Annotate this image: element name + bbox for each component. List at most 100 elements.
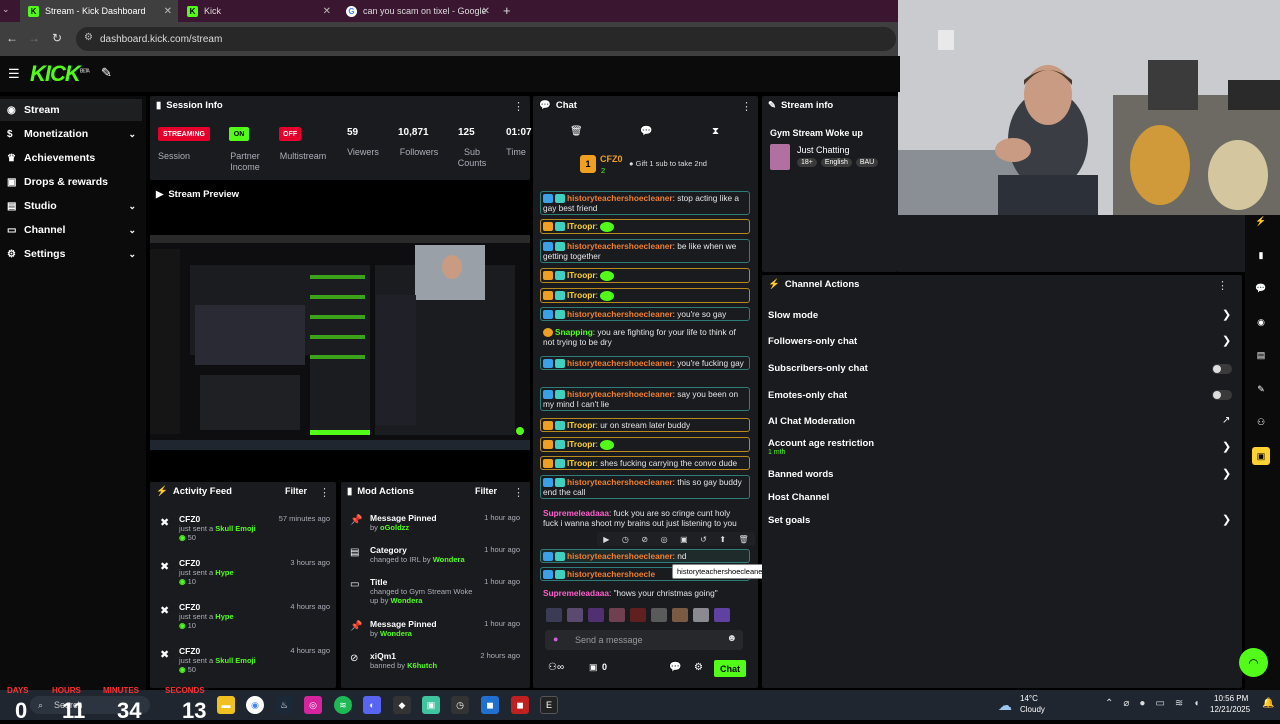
- network-icon[interactable]: ⌀: [1123, 698, 1129, 709]
- mic-icon[interactable]: ●: [553, 634, 558, 644]
- chat-username[interactable]: historyteachershoecleaner: [567, 241, 673, 251]
- chat-message[interactable]: ITroopr: shes fucking carrying the convo…: [540, 456, 750, 471]
- hourglass-icon[interactable]: ⧗: [712, 126, 719, 137]
- chat-message[interactable]: historyteachershoecleaner: nd: [540, 549, 750, 564]
- tools-icon[interactable]: ✎: [101, 65, 112, 81]
- tab-kick[interactable]: K Kick ✕: [179, 0, 337, 22]
- chat-message[interactable]: Snapping: you are fighting for your life…: [540, 326, 750, 348]
- emote-icon[interactable]: [609, 608, 625, 622]
- pin-icon[interactable]: ⬆: [719, 535, 726, 544]
- hide-icon[interactable]: ⊘: [641, 535, 648, 544]
- sidebar-item-stream[interactable]: ◉ Stream: [0, 99, 142, 121]
- tag[interactable]: English: [820, 158, 852, 167]
- notification-icon[interactable]: 🔔: [1262, 698, 1274, 709]
- close-tab-icon[interactable]: ✕: [323, 6, 331, 17]
- stream-title[interactable]: Gym Stream Woke up: [770, 128, 863, 138]
- instagram-icon[interactable]: ◎: [304, 696, 322, 714]
- more-icon[interactable]: ⋮: [1217, 279, 1228, 292]
- stream-category[interactable]: Just Chatting: [797, 145, 850, 155]
- close-tab-icon[interactable]: ✕: [482, 6, 490, 17]
- app-icon[interactable]: ◼: [511, 696, 529, 714]
- more-icon[interactable]: ⋮: [513, 100, 524, 113]
- tag[interactable]: 18+: [797, 158, 817, 167]
- epic-games-icon[interactable]: E: [540, 696, 558, 714]
- chat-username[interactable]: historyteachershoecle: [567, 569, 655, 579]
- stream-preview-video[interactable]: [150, 235, 530, 450]
- emoji-icon[interactable]: ☻: [726, 633, 737, 644]
- app-icon[interactable]: ◆: [393, 696, 411, 714]
- action-host-channel[interactable]: Host Channel: [768, 492, 829, 503]
- clapper-icon[interactable]: ▣: [1252, 447, 1270, 465]
- chat-username[interactable]: Snapping: [555, 327, 593, 337]
- emote-icon[interactable]: [630, 608, 646, 622]
- chat-message[interactable]: historyteachershoecleaner: be like when …: [540, 239, 750, 264]
- tab-menu-icon[interactable]: ⌄: [2, 4, 16, 18]
- chat-input[interactable]: ● Send a message ☻: [545, 630, 743, 650]
- wifi-icon[interactable]: ≋: [1175, 698, 1183, 709]
- chat-message[interactable]: ITroopr:: [540, 268, 750, 283]
- chat-bubble-icon[interactable]: 💬: [640, 126, 652, 137]
- delete-icon[interactable]: 🗑: [739, 535, 749, 544]
- tab-google[interactable]: G can you scam on tixel - Google ✕: [338, 0, 496, 22]
- action-ai-moderation[interactable]: AI Chat Moderation: [768, 416, 855, 427]
- tab-stream-dashboard[interactable]: K Stream - Kick Dashboard ✕: [20, 0, 178, 22]
- reply-icon[interactable]: ◎: [661, 535, 668, 544]
- action-slow-mode[interactable]: Slow mode: [768, 310, 818, 321]
- volume-icon[interactable]: ◖: [1193, 698, 1199, 709]
- broadcast-icon[interactable]: ◉: [1252, 313, 1270, 331]
- kick-logo[interactable]: KICKBETA: [30, 61, 90, 87]
- trash-icon[interactable]: 🗑: [570, 126, 583, 137]
- chat-message[interactable]: Supremeleadaaa: "hows your christmas goi…: [540, 587, 750, 599]
- chat-username[interactable]: ITroopr: [567, 270, 596, 280]
- chevron-right-icon[interactable]: ❯: [1222, 513, 1231, 526]
- close-tab-icon[interactable]: ✕: [164, 6, 172, 17]
- chat-message[interactable]: historyteachershoecleaner: you're fuckin…: [540, 356, 750, 371]
- chat-username[interactable]: ITroopr: [567, 420, 596, 430]
- discord-icon[interactable]: ◐: [363, 696, 381, 714]
- sidebar-item-achievements[interactable]: ♛ Achievements: [0, 147, 142, 169]
- action-banned-words[interactable]: Banned words: [768, 469, 833, 480]
- chat-username[interactable]: historyteachershoecleaner: [567, 309, 673, 319]
- chat-username[interactable]: Supremeleadaaa: [543, 508, 609, 518]
- chevron-right-icon[interactable]: ❯: [1222, 334, 1231, 347]
- site-info-icon[interactable]: ⚙: [84, 32, 93, 43]
- chat-username[interactable]: ITroopr: [567, 458, 596, 468]
- play-icon[interactable]: ▶: [603, 535, 609, 544]
- chat-message[interactable]: historyteachershoecleaner: this so gay b…: [540, 475, 750, 500]
- subscribers-only-toggle[interactable]: [1212, 364, 1232, 374]
- undo-icon[interactable]: ↺: [700, 535, 707, 544]
- chat-username[interactable]: Supremeleadaaa: [543, 588, 609, 598]
- wrench-icon[interactable]: ✎: [1252, 380, 1270, 398]
- emote-icon[interactable]: [693, 608, 709, 622]
- menu-icon[interactable]: ☰: [8, 66, 20, 82]
- more-icon[interactable]: ⋮: [741, 100, 752, 113]
- emotes-only-toggle[interactable]: [1212, 390, 1232, 400]
- chevron-right-icon[interactable]: ❯: [1222, 440, 1231, 453]
- spotify-icon[interactable]: ≋: [334, 696, 352, 714]
- emote-icon[interactable]: [672, 608, 688, 622]
- chrome-icon[interactable]: ◉: [246, 696, 264, 714]
- mod-filter-button[interactable]: Filter: [475, 486, 497, 496]
- sidebar-item-drops[interactable]: ▣ Drops & rewards: [0, 171, 142, 193]
- app-icon[interactable]: ◷: [451, 696, 469, 714]
- copy-icon[interactable]: ▣: [680, 535, 688, 544]
- sidebar-item-channel[interactable]: ▭ Channel ⌄: [0, 219, 142, 241]
- inventory-icon[interactable]: ▣: [589, 662, 598, 673]
- chat-username[interactable]: ITroopr: [567, 439, 596, 449]
- emote-icon[interactable]: [651, 608, 667, 622]
- chevron-right-icon[interactable]: ❯: [1222, 467, 1231, 480]
- document-icon[interactable]: ▮: [1252, 246, 1270, 264]
- action-set-goals[interactable]: Set goals: [768, 515, 810, 526]
- activity-filter-button[interactable]: Filter: [285, 486, 307, 496]
- sidebar-item-settings[interactable]: ⚙ Settings ⌄: [0, 243, 142, 265]
- chat-username[interactable]: ITroopr: [567, 290, 596, 300]
- chat-message[interactable]: historyteachershoecleaner: stop acting l…: [540, 191, 750, 216]
- chevron-up-icon[interactable]: ⌃: [1105, 698, 1113, 709]
- more-icon[interactable]: ⋮: [513, 486, 524, 499]
- list-icon[interactable]: ▤: [1252, 346, 1270, 364]
- chat-message[interactable]: ITroopr:: [540, 437, 750, 452]
- chevron-right-icon[interactable]: ❯: [1222, 308, 1231, 321]
- chat-message[interactable]: ITroopr: ur on stream later buddy: [540, 418, 750, 433]
- chat-username[interactable]: historyteachershoecleaner: [567, 193, 673, 203]
- gear-icon[interactable]: ⚙: [694, 662, 703, 673]
